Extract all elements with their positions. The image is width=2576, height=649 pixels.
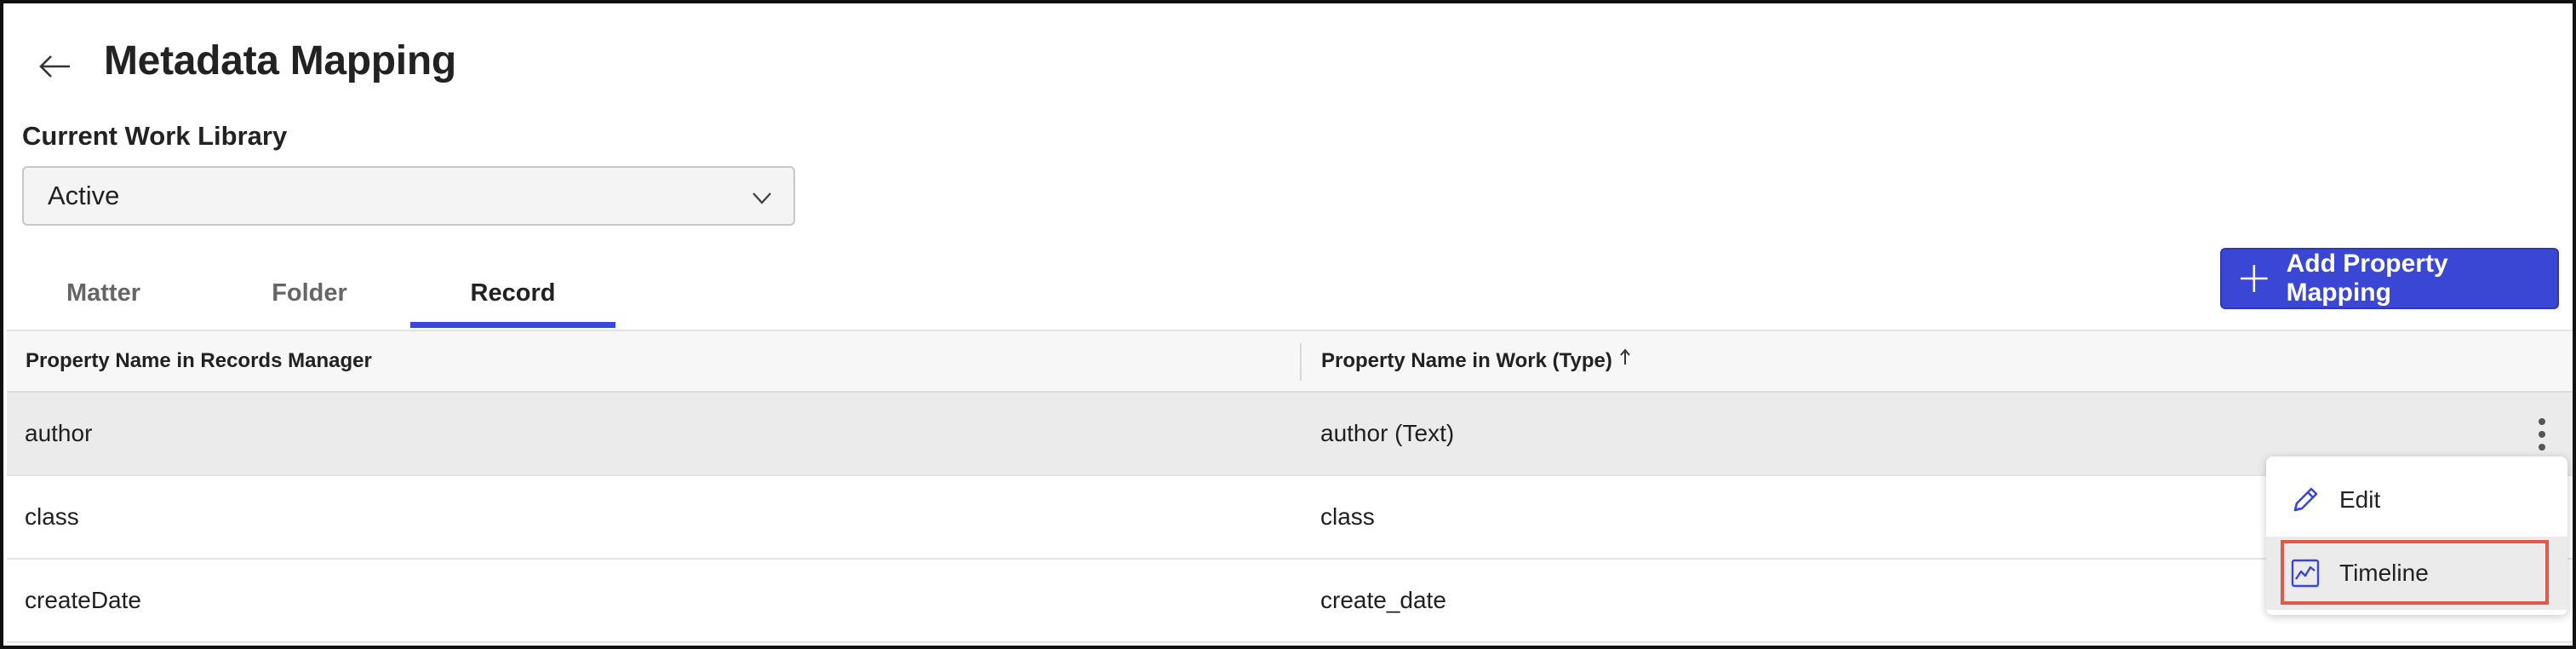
menu-item-edit[interactable]: Edit <box>2266 463 2567 537</box>
work-property-cell: class <box>1320 503 1375 530</box>
tab-folder[interactable]: Folder <box>243 259 375 327</box>
add-property-mapping-button[interactable]: Add Property Mapping <box>2220 248 2559 309</box>
table-row[interactable]: createDate create_date <box>7 560 2573 643</box>
chevron-down-icon <box>753 192 771 204</box>
app-window: Metadata Mapping Current Work Library Ac… <box>0 0 2576 649</box>
menu-item-label: Timeline <box>2339 560 2429 586</box>
work-property-cell: create_date <box>1320 587 1446 613</box>
page-title: Metadata Mapping <box>104 38 456 83</box>
column-header-records-manager[interactable]: Property Name in Records Manager <box>26 331 372 391</box>
menu-item-timeline[interactable]: Timeline <box>2266 537 2567 610</box>
sort-ascending-icon <box>1620 348 1630 365</box>
plus-icon <box>2240 265 2268 292</box>
add-property-mapping-label: Add Property Mapping <box>2286 250 2448 307</box>
column-header-label: Property Name in Work (Type) <box>1321 349 1612 372</box>
table-row[interactable]: class class <box>7 476 2573 560</box>
row-actions-menu: Edit Timeline <box>2266 457 2567 615</box>
column-header-work-type[interactable]: Property Name in Work (Type) <box>1321 331 1631 391</box>
kebab-menu-icon <box>2539 418 2545 451</box>
work-library-label: Current Work Library <box>22 121 288 151</box>
records-manager-property-cell: author <box>25 420 93 446</box>
table-header: Property Name in Records Manager Propert… <box>7 330 2573 393</box>
active-tab-indicator <box>410 322 615 328</box>
table-row[interactable]: author author (Text) <box>7 393 2573 476</box>
work-library-select[interactable]: Active <box>22 166 795 226</box>
column-header-label: Property Name in Records Manager <box>26 349 372 372</box>
tab-label: Matter <box>66 279 140 307</box>
back-button[interactable] <box>29 43 80 90</box>
tab-label: Folder <box>272 279 347 307</box>
pencil-icon <box>2293 487 2318 512</box>
arrow-left-icon <box>39 55 70 78</box>
records-manager-property-cell: createDate <box>25 587 141 613</box>
work-library-selected-value: Active <box>48 181 120 210</box>
work-property-cell: author (Text) <box>1320 420 1455 446</box>
menu-item-label: Edit <box>2339 486 2381 513</box>
tab-matter[interactable]: Matter <box>37 259 169 327</box>
column-divider[interactable] <box>1300 343 1302 381</box>
tab-record[interactable]: Record <box>410 259 615 327</box>
tab-label: Record <box>470 279 556 307</box>
row-actions-button[interactable] <box>2525 413 2559 456</box>
records-manager-property-cell: class <box>25 503 79 530</box>
timeline-chart-icon <box>2291 559 2320 588</box>
